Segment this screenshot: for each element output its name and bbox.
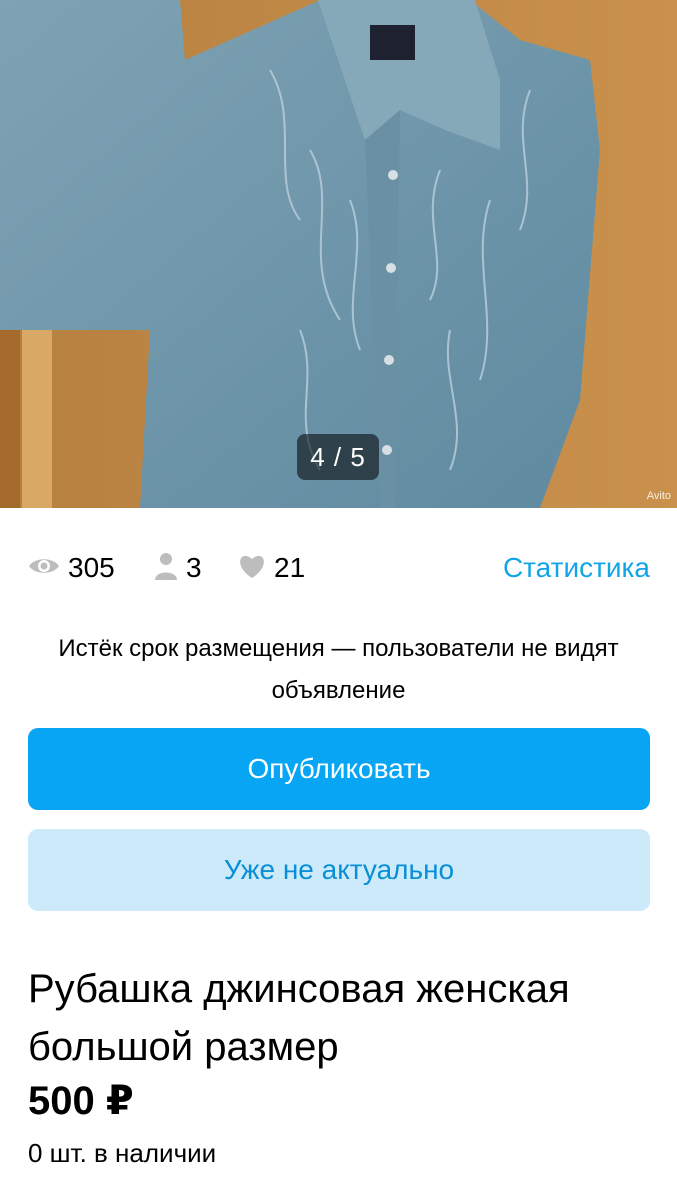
views-stat: 305 — [28, 548, 115, 588]
stats-row: 305 3 21 Статистика — [28, 548, 650, 588]
listing-price: 500 ₽ — [28, 1079, 134, 1123]
views-count: 305 — [68, 552, 115, 583]
person-icon — [154, 552, 178, 585]
contacts-stat: 3 — [154, 548, 202, 588]
not-relevant-button[interactable]: Уже не актуально — [28, 829, 650, 911]
expired-notice: Истёк срок размещения — пользователи не … — [58, 635, 619, 704]
watermark: Avito — [646, 490, 671, 502]
listing-photo[interactable]: 4 / 5 Avito — [0, 0, 677, 508]
heart-icon — [238, 553, 266, 584]
listing-title: Рубашка джинсовая женская большой размер — [28, 967, 570, 1069]
stock-status: 0 шт. в наличии — [28, 1138, 217, 1168]
contacts-count: 3 — [186, 552, 202, 583]
statistics-link[interactable]: Статистика — [503, 548, 650, 588]
denim-shirt-image — [0, 0, 677, 508]
photo-counter: 4 / 5 — [297, 434, 379, 480]
publish-button[interactable]: Опубликовать — [28, 728, 650, 810]
favorites-count: 21 — [274, 552, 306, 583]
favorites-stat: 21 — [238, 548, 305, 588]
eye-icon — [28, 555, 60, 582]
